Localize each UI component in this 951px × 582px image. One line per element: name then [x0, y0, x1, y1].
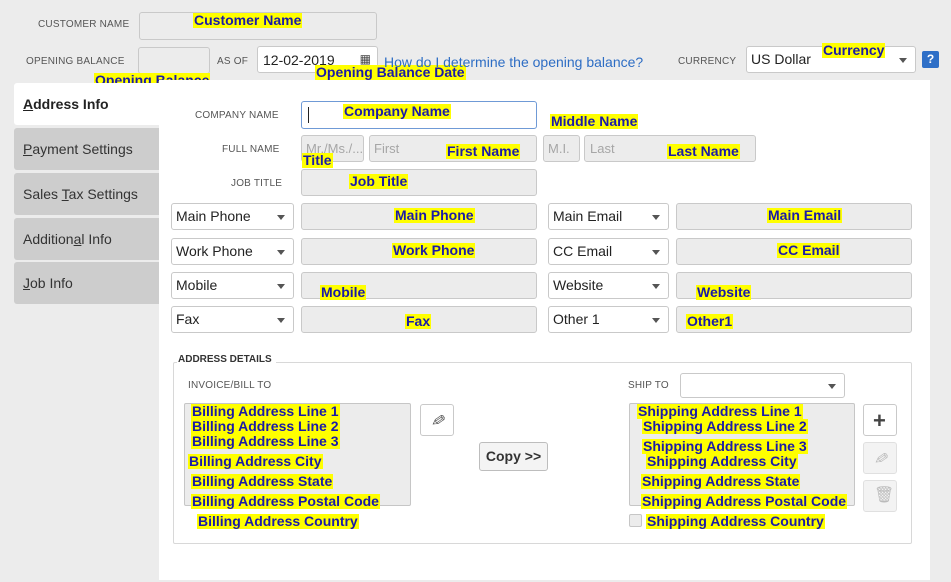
mobile-annotation: Mobile	[320, 284, 367, 300]
delete-shipping-address-button[interactable]: 🗑	[863, 480, 897, 512]
contact-type-dropdown[interactable]: Other 1	[548, 306, 669, 333]
contact-type-dropdown[interactable]: Website	[548, 272, 669, 299]
title-annotation: Title	[302, 152, 333, 168]
contact-type-dropdown[interactable]: CC Email	[548, 238, 669, 265]
edit-billing-address-button[interactable]: ✎	[420, 404, 454, 436]
opening-balance-help-link[interactable]: How do I determine the opening balance?	[384, 54, 643, 70]
shipping-address-state: Shipping Address State	[641, 473, 801, 489]
job-title-annotation: Job Title	[349, 173, 409, 189]
company-name-label: COMPANY NAME	[195, 110, 279, 121]
billing-address-city: Billing Address City	[188, 453, 323, 469]
shipping-address-line1: Shipping Address Line 1	[637, 403, 803, 419]
currency-annotation: Currency	[822, 42, 886, 58]
chevron-down-icon	[652, 284, 660, 289]
pencil-icon: ✎	[870, 449, 892, 467]
chevron-down-icon	[277, 284, 285, 289]
company-name-annotation: Company Name	[343, 103, 451, 119]
shipping-address-country: Shipping Address Country	[646, 513, 825, 529]
chevron-down-icon	[652, 215, 660, 220]
ship-to-label: SHIP TO	[628, 380, 669, 391]
tab-payment-settings[interactable]: Payment Settings	[14, 128, 159, 170]
chevron-down-icon	[277, 250, 285, 255]
copy-address-button[interactable]: Copy >>	[479, 442, 548, 471]
tab-address-info[interactable]: Address Info	[14, 83, 159, 125]
job-title-label: JOB TITLE	[231, 178, 283, 189]
billing-address-postal-code: Billing Address Postal Code	[191, 493, 380, 509]
cc-email-annotation: CC Email	[777, 242, 841, 258]
billing-address-state: Billing Address State	[191, 473, 334, 489]
other1-annotation: Other1	[686, 313, 734, 329]
as-of-label: AS OF	[217, 56, 249, 67]
opening-balance-input[interactable]	[138, 47, 210, 74]
tab-job-info[interactable]: Job Info	[14, 262, 159, 304]
last-name-annotation: Last Name	[667, 143, 740, 159]
billing-address-line3: Billing Address Line 3	[191, 433, 340, 449]
billing-address-line1: Billing Address Line 1	[191, 403, 340, 419]
chevron-down-icon	[277, 215, 285, 220]
pencil-icon: ✎	[427, 411, 449, 429]
currency-label: CURRENCY	[678, 56, 737, 67]
add-shipping-address-button[interactable]: +	[863, 404, 897, 436]
text-cursor	[308, 107, 309, 123]
tab-sales-tax-settings[interactable]: Sales Tax Settings	[14, 173, 159, 215]
trash-icon: 🗑	[874, 487, 895, 504]
work-phone-annotation: Work Phone	[392, 242, 476, 258]
currency-value: US Dollar	[751, 51, 811, 67]
chevron-down-icon	[652, 250, 660, 255]
chevron-down-icon	[652, 318, 660, 323]
contact-type-dropdown[interactable]: Fax	[171, 306, 294, 333]
shipping-address-line2: Shipping Address Line 2	[642, 418, 808, 434]
help-icon[interactable]: ?	[922, 51, 939, 68]
website-annotation: Website	[696, 284, 752, 300]
middle-name-annotation: Middle Name	[550, 113, 639, 129]
contact-type-dropdown[interactable]: Main Email	[548, 203, 669, 230]
chevron-down-icon	[828, 384, 836, 389]
chevron-down-icon	[899, 58, 907, 63]
customer-name-annotation: Customer Name	[193, 12, 303, 28]
address-details-title: ADDRESS DETAILS	[177, 354, 276, 365]
chevron-down-icon	[277, 318, 285, 323]
same-as-billing-checkbox[interactable]	[629, 514, 642, 527]
tab-additional-info[interactable]: Additional Info	[14, 218, 159, 260]
contact-type-dropdown[interactable]: Work Phone	[171, 238, 294, 265]
billing-address-country: Billing Address Country	[197, 513, 359, 529]
contact-type-dropdown[interactable]: Mobile	[171, 272, 294, 299]
plus-icon: +	[873, 408, 886, 433]
fax-annotation: Fax	[405, 313, 432, 329]
edit-shipping-address-button[interactable]: ✎	[863, 442, 897, 474]
main-email-annotation: Main Email	[767, 207, 843, 223]
shipping-address-postal-code: Shipping Address Postal Code	[641, 493, 848, 509]
main-phone-annotation: Main Phone	[394, 207, 475, 223]
customer-name-label: CUSTOMER NAME	[38, 19, 130, 30]
ship-to-dropdown[interactable]	[680, 373, 845, 398]
billing-address-line2: Billing Address Line 2	[191, 418, 340, 434]
shipping-address-line3: Shipping Address Line 3	[642, 438, 808, 454]
contact-type-dropdown[interactable]: Main Phone	[171, 203, 294, 230]
opening-balance-label: OPENING BALANCE	[26, 56, 125, 67]
middle-name-input[interactable]: M.I.	[543, 135, 580, 162]
invoice-bill-to-label: INVOICE/BILL TO	[188, 380, 272, 391]
full-name-label: FULL NAME	[222, 144, 280, 155]
first-name-annotation: First Name	[446, 143, 521, 159]
shipping-address-city: Shipping Address City	[646, 453, 798, 469]
job-title-input[interactable]	[301, 169, 537, 196]
